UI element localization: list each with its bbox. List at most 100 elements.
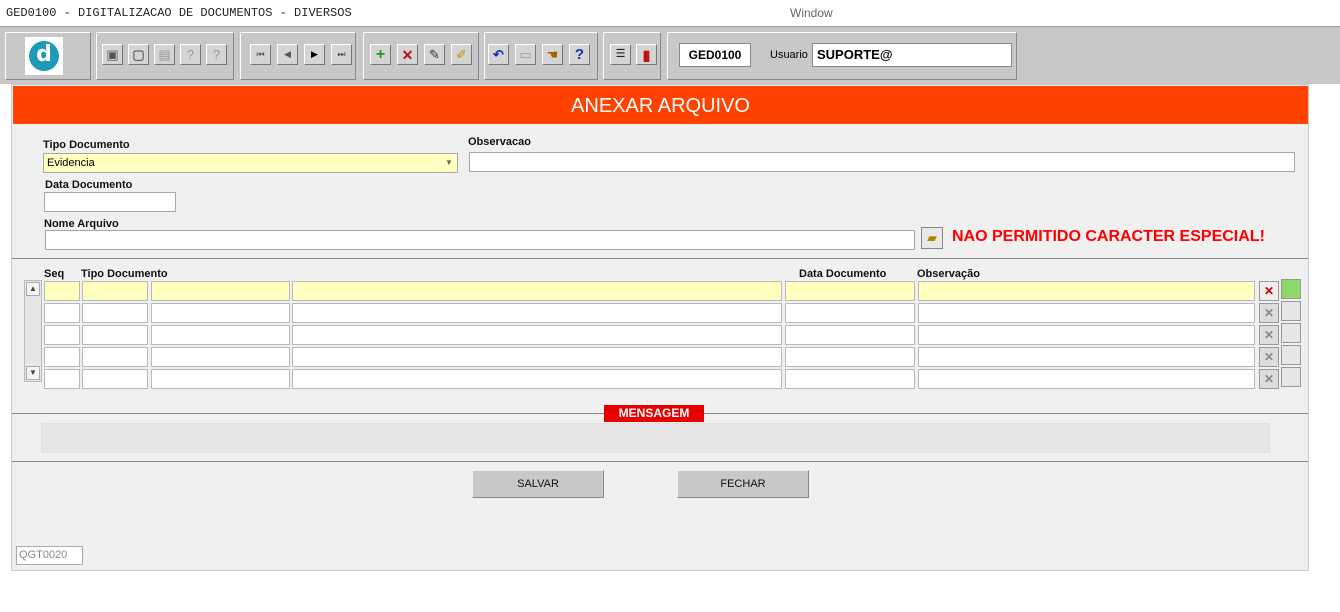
view-image-icon[interactable] — [1281, 279, 1301, 299]
delete-record-icon[interactable]: ✕ — [397, 44, 418, 65]
help-query2-icon[interactable]: ? — [206, 44, 227, 65]
col-tipo-documento-header: Tipo Documento — [81, 268, 168, 280]
col-data-documento-header: Data Documento — [799, 268, 887, 280]
col-seq-header: Seq — [44, 268, 65, 280]
view-image-icon[interactable] — [1281, 301, 1301, 321]
tipo-code-cell[interactable] — [82, 281, 148, 301]
file-cell[interactable] — [292, 281, 782, 301]
delete-row-icon[interactable]: ✕ — [1259, 369, 1279, 389]
screen-icon[interactable]: ▢ — [128, 44, 149, 65]
menu-icon[interactable]: ☰ — [610, 44, 631, 65]
file-cell[interactable] — [292, 325, 782, 345]
data-cell[interactable] — [785, 369, 915, 389]
tipo-documento-label: Tipo Documento — [43, 139, 130, 151]
tipo-documento-value: Evidencia — [47, 157, 95, 169]
form-header: ANEXAR ARQUIVO — [13, 86, 1308, 124]
save-icon[interactable]: ▣ — [102, 44, 123, 65]
help-query-icon[interactable]: ? — [180, 44, 201, 65]
salvar-button[interactable]: SALVAR — [472, 470, 604, 498]
obs-cell[interactable] — [918, 347, 1255, 367]
seq-cell[interactable] — [44, 347, 80, 367]
observacao-input[interactable] — [469, 152, 1295, 172]
divider-bottom — [12, 461, 1308, 462]
delete-row-icon[interactable]: ✕ — [1259, 281, 1279, 301]
app-logo: d — [25, 37, 63, 75]
seq-cell[interactable] — [44, 303, 80, 323]
nome-arquivo-input[interactable] — [45, 230, 915, 250]
tipo-code-cell[interactable] — [82, 325, 148, 345]
first-record-icon[interactable]: ⏮ — [250, 44, 271, 65]
col-observacao-header: Observação — [917, 268, 980, 280]
edit-record-icon[interactable]: ✎ — [424, 44, 445, 65]
data-documento-input[interactable] — [44, 192, 176, 212]
data-cell[interactable] — [785, 325, 915, 345]
obs-cell[interactable] — [918, 281, 1255, 301]
table-row: ✕ — [44, 301, 1314, 323]
file-cell[interactable] — [292, 303, 782, 323]
file-cell[interactable] — [292, 347, 782, 367]
toolbar: d ▣ ▢ ▤ ? ? ⏮ ◀ ▶ ⏭ + ✕ ✎ ✐ ↶ ▭ ☚ ? ☰ ▮ … — [0, 26, 1340, 84]
help-icon[interactable]: ? — [569, 44, 590, 65]
view-image-icon[interactable] — [1281, 345, 1301, 365]
tipo-desc-cell[interactable] — [151, 281, 290, 301]
table-row: ✕ — [44, 345, 1314, 367]
tipo-desc-cell[interactable] — [151, 325, 290, 345]
form-panel: ANEXAR ARQUIVO Tipo Documento Evidencia … — [11, 84, 1309, 571]
data-documento-label: Data Documento — [45, 179, 133, 191]
print-icon[interactable]: ▤ — [154, 44, 175, 65]
exit-icon[interactable]: ▮ — [636, 44, 657, 65]
data-cell[interactable] — [785, 347, 915, 367]
window-menu[interactable]: Window — [790, 6, 833, 20]
table-row: ✕ — [44, 279, 1314, 301]
tipo-code-cell[interactable] — [82, 347, 148, 367]
obs-cell[interactable] — [918, 303, 1255, 323]
delete-row-icon[interactable]: ✕ — [1259, 347, 1279, 367]
mensagem-box — [41, 423, 1270, 453]
chevron-down-icon[interactable]: ▼ — [443, 156, 455, 170]
last-record-icon[interactable]: ⏭ — [331, 44, 352, 65]
observacao-label: Observacao — [468, 136, 531, 148]
fechar-button[interactable]: FECHAR — [677, 470, 809, 498]
table-row: ✕ — [44, 323, 1314, 345]
delete-row-icon[interactable]: ✕ — [1259, 325, 1279, 345]
open-folder-icon[interactable]: ▰ — [921, 227, 943, 249]
scroll-up-icon[interactable]: ▲ — [26, 282, 40, 296]
data-cell[interactable] — [785, 303, 915, 323]
table-row: ✕ — [44, 367, 1314, 389]
logo-letter: d — [29, 41, 59, 71]
obs-cell[interactable] — [918, 325, 1255, 345]
mensagem-label: MENSAGEM — [604, 405, 704, 422]
form-id: QGT0020 — [16, 546, 83, 565]
seq-cell[interactable] — [44, 281, 80, 301]
view-image-icon[interactable] — [1281, 323, 1301, 343]
window-title: GED0100 - DIGITALIZACAO DE DOCUMENTOS - … — [6, 6, 352, 20]
tipo-documento-select[interactable]: Evidencia ▼ — [43, 153, 458, 173]
clear-record-icon[interactable]: ✐ — [451, 44, 472, 65]
delete-row-icon[interactable]: ✕ — [1259, 303, 1279, 323]
program-code: GED0100 — [679, 43, 751, 67]
tipo-code-cell[interactable] — [82, 369, 148, 389]
next-record-icon[interactable]: ▶ — [304, 44, 325, 65]
scroll-down-icon[interactable]: ▼ — [26, 366, 40, 380]
seq-cell[interactable] — [44, 325, 80, 345]
warning-message: NAO PERMITIDO CARACTER ESPECIAL! — [952, 228, 1265, 245]
undo-icon[interactable]: ↶ — [488, 44, 509, 65]
data-cell[interactable] — [785, 281, 915, 301]
obs-cell[interactable] — [918, 369, 1255, 389]
view-image-icon[interactable] — [1281, 367, 1301, 387]
nome-arquivo-label: Nome Arquivo — [44, 218, 119, 230]
tipo-desc-cell[interactable] — [151, 303, 290, 323]
tipo-code-cell[interactable] — [82, 303, 148, 323]
tipo-desc-cell[interactable] — [151, 369, 290, 389]
window-titlebar: GED0100 - DIGITALIZACAO DE DOCUMENTOS - … — [0, 0, 1340, 26]
hand-icon[interactable]: ☚ — [542, 44, 563, 65]
seq-cell[interactable] — [44, 369, 80, 389]
add-record-icon[interactable]: + — [370, 44, 391, 65]
previous-record-icon[interactable]: ◀ — [277, 44, 298, 65]
divider — [12, 258, 1308, 259]
usuario-field: SUPORTE@ — [812, 43, 1012, 67]
file-cell[interactable] — [292, 369, 782, 389]
tipo-desc-cell[interactable] — [151, 347, 290, 367]
clipboard-icon[interactable]: ▭ — [515, 44, 536, 65]
grid-scrollbar[interactable]: ▲ ▼ — [24, 280, 42, 382]
